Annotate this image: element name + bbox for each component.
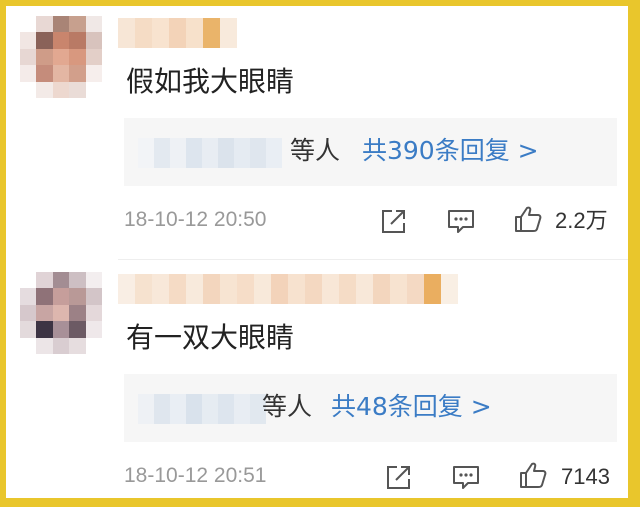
- like-icon[interactable]: [518, 460, 548, 490]
- share-icon[interactable]: [384, 462, 414, 492]
- reply-usernames: [138, 394, 266, 424]
- view-replies-link[interactable]: 共390条回复 >: [362, 132, 539, 170]
- username[interactable]: [118, 274, 458, 304]
- comment-item: 假如我大眼睛 等人 共390条回复 > 18-10-12 20:50 2.2万: [6, 6, 628, 260]
- comment-text: 有一双大眼睛: [126, 321, 295, 354]
- like-icon[interactable]: [513, 204, 543, 234]
- comment-icon[interactable]: [446, 206, 476, 236]
- reply-summary[interactable]: 等人 共390条回复 >: [124, 118, 617, 186]
- like-count: 2.2万: [555, 208, 608, 233]
- timestamp: 18-10-12 20:50: [124, 208, 267, 231]
- comment-text: 假如我大眼睛: [126, 65, 295, 98]
- divider: [118, 259, 628, 260]
- view-replies-link[interactable]: 共48条回复 >: [331, 388, 492, 426]
- reply-suffix: 等人: [262, 392, 313, 421]
- reply-usernames: [138, 138, 282, 168]
- avatar[interactable]: [20, 16, 102, 98]
- avatar[interactable]: [20, 272, 102, 354]
- timestamp: 18-10-12 20:51: [124, 464, 267, 487]
- comment-icon[interactable]: [451, 462, 481, 492]
- comment-item: 有一双大眼睛 等人 共48条回复 > 18-10-12 20:51 7143: [6, 262, 628, 498]
- username[interactable]: [118, 18, 237, 48]
- reply-summary[interactable]: 等人 共48条回复 >: [124, 374, 617, 442]
- share-icon[interactable]: [379, 206, 409, 236]
- like-count: 7143: [561, 464, 610, 489]
- reply-suffix: 等人: [290, 136, 341, 165]
- comment-list: 假如我大眼睛 等人 共390条回复 > 18-10-12 20:50 2.2万: [6, 6, 628, 498]
